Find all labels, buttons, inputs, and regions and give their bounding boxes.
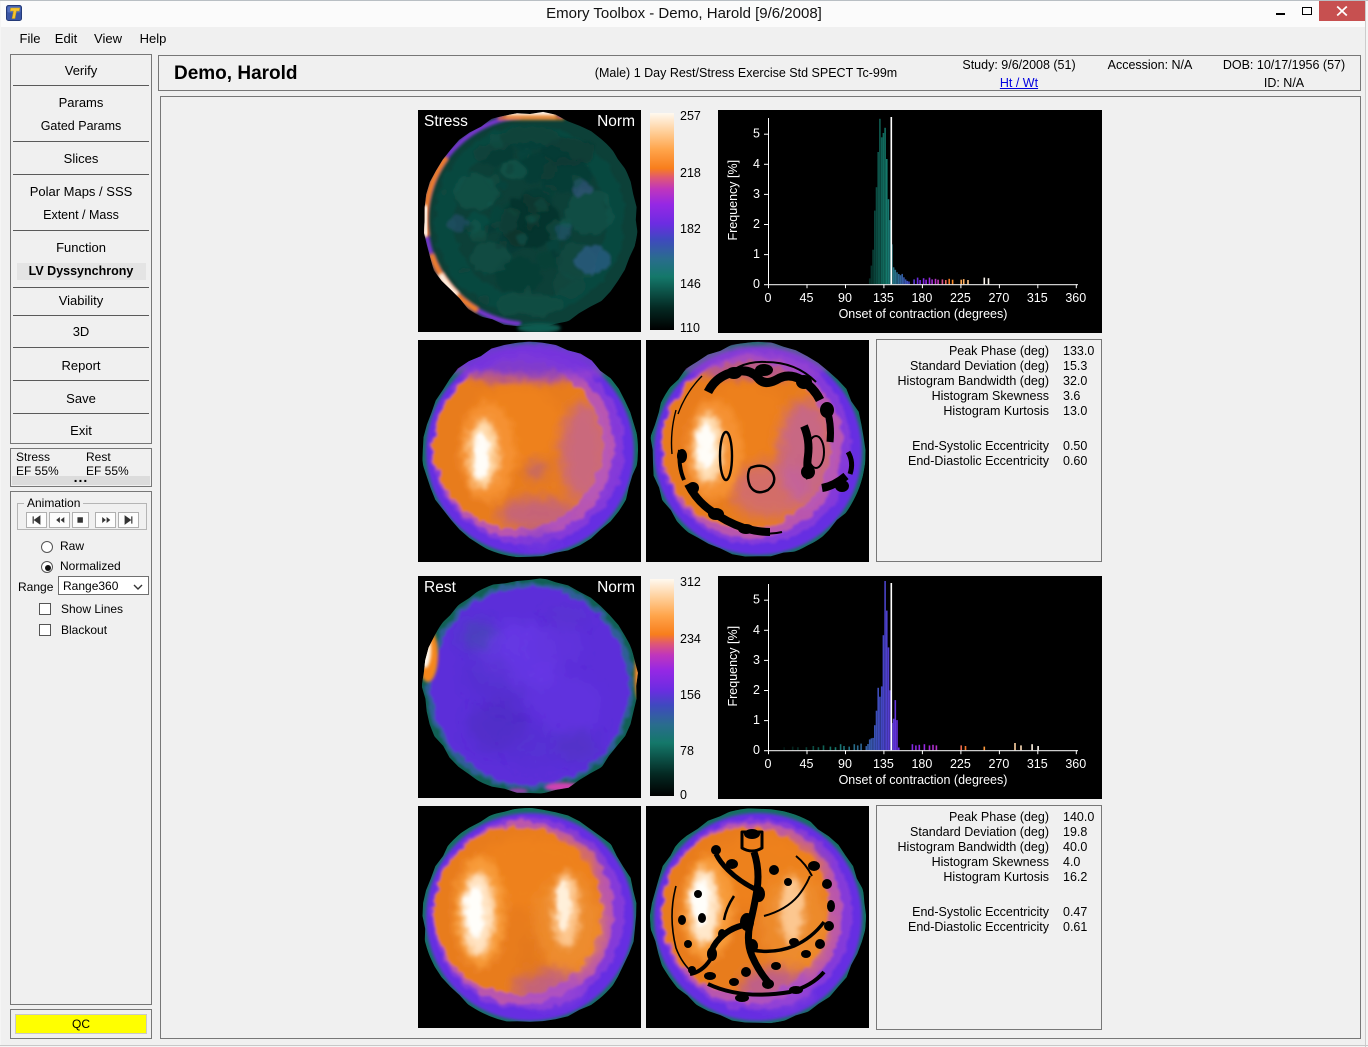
svg-text:360: 360 [1065, 757, 1086, 771]
svg-text:1: 1 [753, 247, 760, 261]
svg-text:5: 5 [753, 593, 760, 607]
svg-text:90: 90 [838, 291, 852, 305]
svg-text:Frequency [%]: Frequency [%] [726, 160, 740, 241]
svg-text:360: 360 [1065, 291, 1086, 305]
svg-text:1: 1 [753, 713, 760, 727]
svg-text:90: 90 [838, 757, 852, 771]
svg-text:270: 270 [988, 291, 1009, 305]
svg-text:0: 0 [765, 757, 772, 771]
svg-text:5: 5 [753, 127, 760, 141]
svg-text:Onset of contraction (degrees): Onset of contraction (degrees) [839, 307, 1008, 321]
svg-text:135: 135 [873, 291, 894, 305]
svg-text:2: 2 [753, 683, 760, 697]
svg-text:0: 0 [765, 291, 772, 305]
svg-text:2: 2 [753, 217, 760, 231]
svg-text:0: 0 [753, 743, 760, 757]
svg-text:315: 315 [1027, 757, 1048, 771]
svg-text:4: 4 [753, 623, 760, 637]
svg-text:270: 270 [988, 757, 1009, 771]
svg-text:Frequency [%]: Frequency [%] [726, 626, 740, 707]
svg-text:0: 0 [753, 277, 760, 291]
svg-text:225: 225 [950, 291, 971, 305]
svg-text:4: 4 [753, 157, 760, 171]
svg-text:180: 180 [911, 291, 932, 305]
svg-text:Onset of contraction (degrees): Onset of contraction (degrees) [839, 773, 1008, 787]
svg-text:45: 45 [800, 291, 814, 305]
svg-text:3: 3 [753, 187, 760, 201]
svg-text:3: 3 [753, 653, 760, 667]
svg-text:315: 315 [1027, 291, 1048, 305]
svg-text:135: 135 [873, 757, 894, 771]
svg-text:45: 45 [800, 757, 814, 771]
svg-text:180: 180 [911, 757, 932, 771]
svg-text:225: 225 [950, 757, 971, 771]
